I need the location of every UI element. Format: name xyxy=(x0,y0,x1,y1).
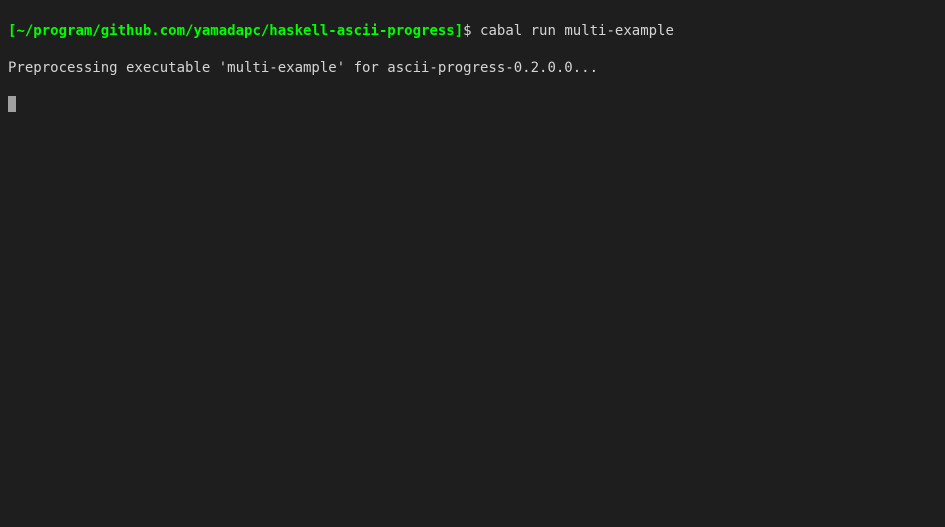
prompt-close-bracket: ] xyxy=(455,23,463,39)
prompt-path: ~/program/github.com/yamadapc/haskell-as… xyxy=(16,23,454,39)
terminal-window[interactable]: [~/program/github.com/yamadapc/haskell-a… xyxy=(8,4,937,131)
cursor-line xyxy=(8,95,937,113)
cursor-icon xyxy=(8,96,16,112)
prompt-line: [~/program/github.com/yamadapc/haskell-a… xyxy=(8,22,937,40)
output-line-1: Preprocessing executable 'multi-example'… xyxy=(8,59,937,77)
prompt-dollar: $ xyxy=(463,23,471,39)
command-text: cabal run multi-example xyxy=(480,23,674,39)
